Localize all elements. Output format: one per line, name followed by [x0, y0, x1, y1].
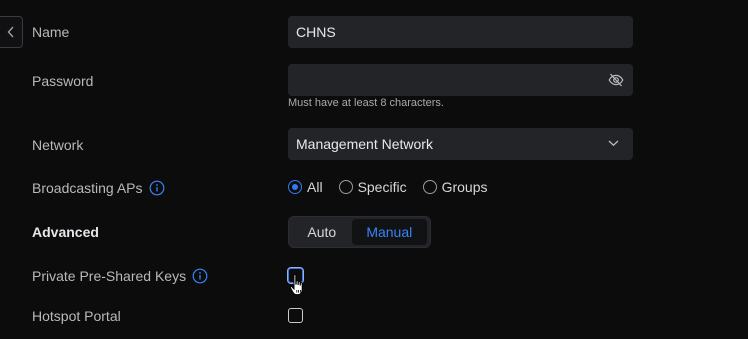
- radio-label-specific: Specific: [357, 179, 407, 195]
- mode-auto-button[interactable]: Auto: [292, 219, 352, 245]
- wifi-settings-form: Name CHNS Password Must have at least 8 …: [0, 0, 748, 339]
- name-input[interactable]: CHNS: [288, 16, 633, 48]
- radio-option-specific[interactable]: Specific: [338, 179, 407, 195]
- ppsk-label: Private Pre-Shared Keys: [32, 268, 208, 284]
- radio-option-groups[interactable]: Groups: [422, 179, 488, 195]
- advanced-mode-toggle: Auto Manual: [288, 216, 431, 248]
- radio-option-all[interactable]: All: [288, 179, 323, 195]
- info-icon[interactable]: [192, 268, 208, 284]
- network-value: Management Network: [296, 136, 433, 152]
- hotspot-portal-checkbox[interactable]: [288, 308, 303, 323]
- radio-label-groups: Groups: [441, 179, 488, 195]
- back-button[interactable]: [0, 16, 23, 48]
- info-icon[interactable]: [149, 180, 165, 196]
- radio-button-groups[interactable]: [422, 180, 437, 194]
- name-label: Name: [32, 24, 70, 40]
- network-label: Network: [32, 137, 84, 153]
- network-select[interactable]: Management Network: [288, 128, 633, 160]
- radio-button-specific[interactable]: [338, 180, 353, 194]
- chevron-left-icon: [7, 26, 14, 38]
- advanced-label: Advanced: [32, 224, 99, 240]
- password-hint: Must have at least 8 characters.: [288, 97, 444, 109]
- radio-label-all: All: [307, 179, 323, 195]
- password-label: Password: [32, 73, 94, 89]
- hand-pointer-icon: [289, 273, 303, 296]
- chevron-down-icon: [608, 140, 619, 147]
- password-input[interactable]: [288, 64, 633, 96]
- broadcasting-aps-label: Broadcasting APs: [32, 180, 165, 196]
- hotspot-portal-label: Hotspot Portal: [32, 308, 121, 324]
- broadcasting-aps-radio-group: All Specific Groups: [288, 179, 504, 195]
- name-value: CHNS: [296, 24, 336, 40]
- radio-button-all[interactable]: [288, 180, 302, 194]
- mode-manual-button[interactable]: Manual: [351, 219, 427, 245]
- eye-off-icon[interactable]: [608, 72, 624, 88]
